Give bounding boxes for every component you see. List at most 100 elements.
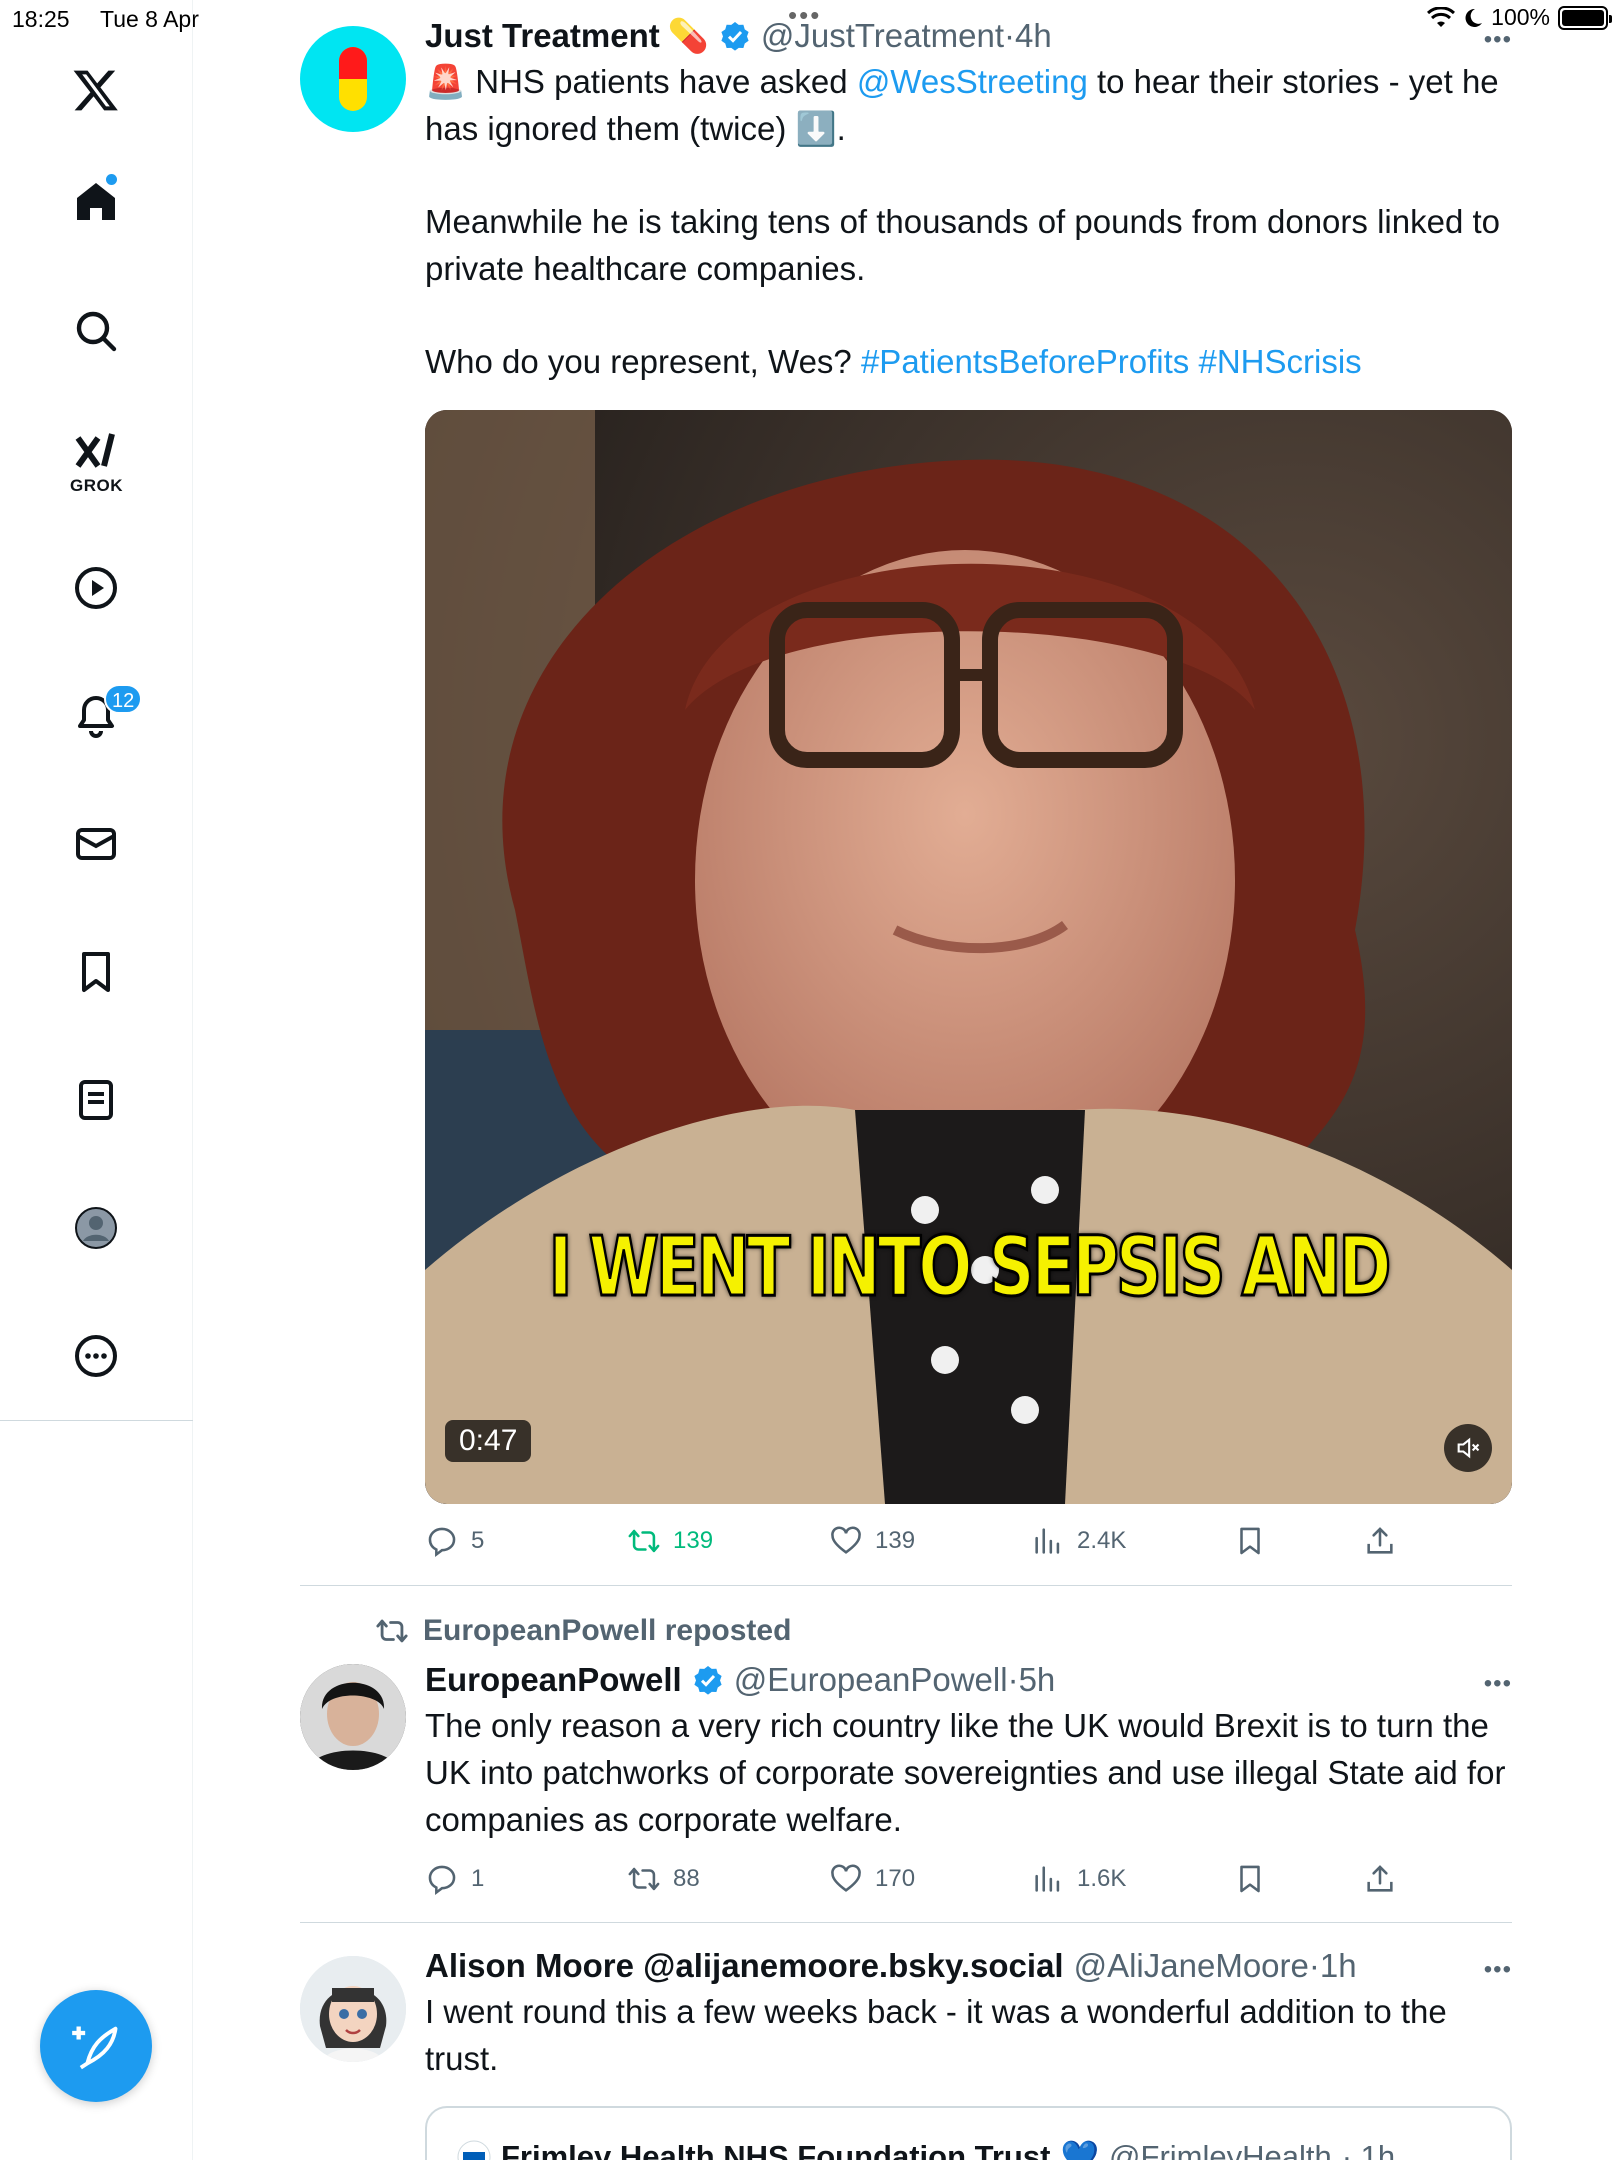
quote-header: Frimley Health NHS Foundation Trust 💙 @F… <box>457 2138 1395 2160</box>
views-icon <box>1035 1528 1060 1554</box>
repost-button[interactable]: 88 <box>627 1862 700 1896</box>
like-count: 170 <box>875 1865 916 1892</box>
tweet-text: I went round this a few weeks back - it … <box>425 1993 1447 2077</box>
reply-icon <box>428 1527 456 1558</box>
reply-count: 5 <box>471 1527 485 1554</box>
views-button[interactable]: 1.6K <box>1031 1862 1126 1896</box>
name-emoji: 💊 <box>667 16 709 54</box>
repost-button[interactable]: 139 <box>627 1524 713 1558</box>
view-count: 1.6K <box>1077 1865 1127 1892</box>
more-options-icon[interactable]: ••• <box>1484 26 1512 54</box>
author-handle[interactable]: @AliJaneMoore <box>1074 1947 1309 1985</box>
verified-icon <box>721 22 749 51</box>
quote-time: · 1h <box>1341 2138 1396 2160</box>
views-button[interactable]: 2.4K <box>1031 1524 1126 1558</box>
repost-count: 88 <box>673 1865 700 1892</box>
like-button[interactable]: 170 <box>829 1862 915 1896</box>
separator: · <box>1308 1947 1320 1984</box>
tweet-actions: 1 88 170 1.6K <box>425 1862 1425 1902</box>
avatar[interactable] <box>300 1664 406 1770</box>
bookmark-icon[interactable] <box>60 936 132 1008</box>
view-count: 2.4K <box>1077 1527 1127 1554</box>
x-logo-icon[interactable] <box>60 54 132 126</box>
quote-author-name[interactable]: Frimley Health NHS Foundation Trust <box>501 2139 1050 2160</box>
separator: · <box>1004 17 1016 54</box>
verified-icon <box>694 1666 722 1695</box>
sidebar-divider <box>0 1420 193 1421</box>
tweet-divider <box>300 1922 1512 1923</box>
like-icon <box>831 1864 861 1892</box>
more-icon[interactable] <box>60 1320 132 1392</box>
home-notification-dot <box>106 174 117 185</box>
avatar[interactable] <box>300 1956 406 2062</box>
tweet-body: EuropeanPowell @EuropeanPowell · 5h ••• … <box>425 1660 1512 1843</box>
tweet-time[interactable]: 5h <box>1019 1661 1056 1699</box>
tweet-body: Just Treatment 💊 @JustTreatment · 4h •••… <box>425 16 1512 385</box>
like-icon <box>831 1526 861 1554</box>
more-options-icon[interactable]: ••• <box>1484 1670 1512 1698</box>
quoted-tweet[interactable]: Frimley Health NHS Foundation Trust 💙 @F… <box>425 2106 1512 2160</box>
author-name[interactable]: EuropeanPowell <box>425 1661 682 1699</box>
author-handle[interactable]: @JustTreatment <box>761 17 1004 55</box>
video-duration: 0:47 <box>445 1420 532 1462</box>
notifications-badge: 12 <box>104 684 143 714</box>
profile-icon[interactable] <box>60 1192 132 1264</box>
repost-count: 139 <box>673 1527 714 1554</box>
mention-link[interactable]: @WesStreeting <box>857 63 1088 100</box>
share-button[interactable] <box>1363 1524 1397 1558</box>
reply-button[interactable]: 5 <box>425 1524 484 1558</box>
text-part: Who do you represent, Wes? <box>425 343 861 380</box>
video-caption: I WENT INTO SEPSIS AND <box>548 1219 1393 1317</box>
reply-button[interactable]: 1 <box>425 1862 484 1896</box>
share-icon <box>1367 1865 1393 1892</box>
tweet-text: The only reason a very rich country like… <box>425 1707 1506 1838</box>
share-button[interactable] <box>1363 1862 1397 1896</box>
quote-handle[interactable]: @FrimleyHealth <box>1109 2139 1332 2160</box>
sidebar: GROK 12 <box>0 0 193 2160</box>
text-paragraph: Meanwhile he is taking tens of thousands… <box>425 203 1500 287</box>
avatar-photo <box>300 1664 406 1770</box>
video-icon[interactable] <box>60 552 132 624</box>
tweet-body: Alison Moore @alijanemoore.bsky.social @… <box>425 1946 1512 2082</box>
compose-button[interactable] <box>40 1990 152 2102</box>
tweet-text: 🚨 NHS patients have asked @WesStreeting … <box>425 58 1512 385</box>
separator: · <box>1007 1661 1019 1698</box>
tweet-european-powell[interactable]: EuropeanPowell @EuropeanPowell · 5h ••• … <box>300 1660 1512 1890</box>
repost-icon <box>628 1867 660 1891</box>
hashtag-link[interactable]: #NHScrisis <box>1198 343 1361 380</box>
repost-icon <box>628 1529 660 1553</box>
tweet-time[interactable]: 1h <box>1320 1947 1357 1985</box>
hashtag-link[interactable]: #PatientsBeforeProfits <box>861 343 1189 380</box>
bookmark-button[interactable] <box>1233 1862 1267 1896</box>
tweet-time[interactable]: 4h <box>1015 17 1052 55</box>
author-handle[interactable]: @EuropeanPowell <box>734 1661 1008 1699</box>
search-icon[interactable] <box>60 295 132 367</box>
mute-icon[interactable] <box>1444 1424 1492 1472</box>
more-options-icon[interactable]: ••• <box>1484 1956 1512 1984</box>
author-name[interactable]: Alison Moore @alijanemoore.bsky.social <box>425 1947 1064 1985</box>
nhs-logo-icon <box>457 2140 491 2160</box>
bookmark-button[interactable] <box>1233 1524 1267 1558</box>
bookmark-icon <box>1240 1527 1260 1555</box>
compose-icon <box>72 2026 118 2070</box>
author-name[interactable]: Just Treatment <box>425 17 660 55</box>
mail-icon[interactable] <box>60 808 132 880</box>
video-player[interactable]: I WENT INTO SEPSIS AND 0:47 <box>425 410 1512 1504</box>
like-count: 139 <box>875 1527 916 1554</box>
bookmark-icon <box>1240 1865 1260 1893</box>
home-icon[interactable] <box>60 166 132 238</box>
pill-logo-icon <box>339 47 367 111</box>
reply-count: 1 <box>471 1865 485 1892</box>
video-frame <box>425 410 1512 1504</box>
like-button[interactable]: 139 <box>829 1524 915 1558</box>
tweet-actions: 5 139 139 2.4K <box>425 1524 1425 1564</box>
list-icon[interactable] <box>60 1064 132 1136</box>
repost-context[interactable]: EuropeanPowell reposted <box>375 1614 791 1648</box>
quote-emoji: 💙 <box>1060 2139 1100 2160</box>
tweet-header: Alison Moore @alijanemoore.bsky.social @… <box>425 1946 1512 1986</box>
share-icon <box>1367 1527 1393 1554</box>
views-icon <box>1035 1866 1060 1892</box>
reply-icon <box>428 1865 456 1896</box>
avatar[interactable] <box>300 26 406 132</box>
text-part: 🚨 NHS patients have asked <box>425 63 857 100</box>
